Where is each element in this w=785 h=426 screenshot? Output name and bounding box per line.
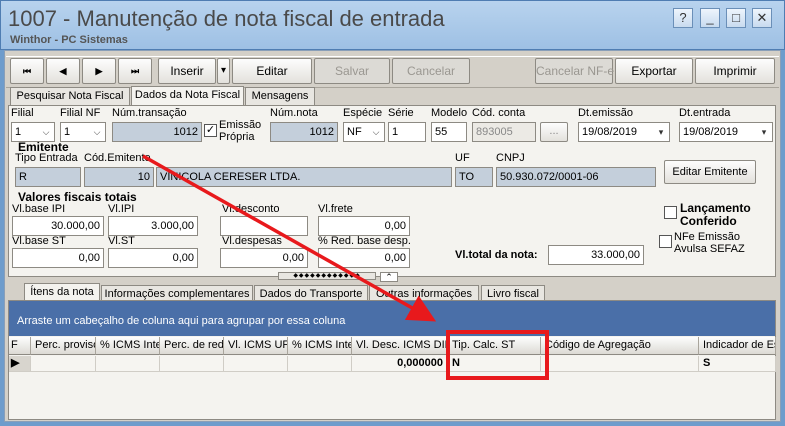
annotation-arrow-icon (142, 154, 437, 322)
